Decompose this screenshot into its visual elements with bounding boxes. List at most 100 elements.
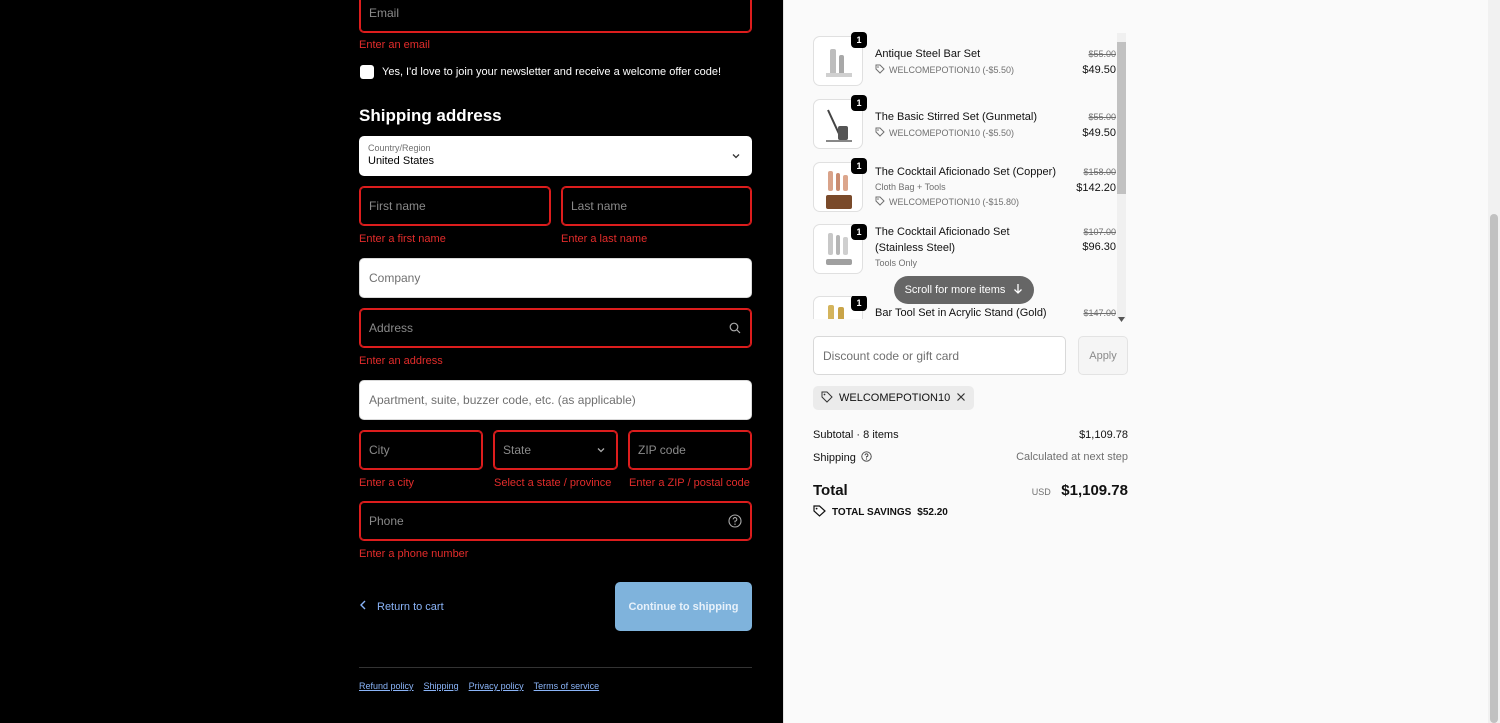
footer-links: Refund policy Shipping Privacy policy Te… <box>359 681 599 691</box>
savings-label: TOTAL SAVINGS <box>832 507 912 518</box>
cart-items-scrollbar-thumb[interactable] <box>1117 42 1126 194</box>
item-name: The Cocktail Aficionado Set (Stainless S… <box>875 226 1010 254</box>
address-placeholder: Address <box>369 321 414 335</box>
item-original-price: $147.00 <box>1083 308 1116 318</box>
email-placeholder: Email <box>369 6 400 20</box>
company-placeholder: Company <box>369 271 421 285</box>
phone-placeholder: Phone <box>369 514 404 528</box>
address-input[interactable]: Address <box>359 308 752 348</box>
email-input[interactable]: Email <box>359 0 752 33</box>
item-price: $49.50 <box>1082 64 1116 76</box>
item-original-price: $107.00 <box>1083 227 1116 237</box>
subtotal-label: Subtotal · 8 items <box>813 429 899 441</box>
last-name-input[interactable]: Last name <box>561 186 752 226</box>
cart-item: 1 The Basic Stirred Set (Gunmetal) WELCO… <box>813 95 1128 151</box>
total-row: Total USD $1,109.78 <box>813 482 1128 500</box>
item-discount: WELCOMEPOTION10 (-$15.80) <box>875 196 1019 208</box>
cart-item: 1 The Cocktail Aficionado Set (Stainless… <box>813 224 1128 280</box>
state-select[interactable]: State <box>493 430 618 470</box>
quantity-badge: 1 <box>851 158 867 174</box>
item-variant: Tools Only <box>875 258 918 268</box>
chevron-down-icon <box>729 149 743 163</box>
discount-code-input[interactable]: Discount code or gift card <box>813 336 1066 375</box>
apply-discount-button[interactable]: Apply <box>1078 336 1128 375</box>
applied-code: WELCOMEPOTION10 <box>839 392 951 404</box>
item-original-price: $55.00 <box>1088 112 1116 122</box>
state-error: Select a state / province <box>494 477 612 489</box>
phone-error: Enter a phone number <box>359 548 469 560</box>
quantity-badge: 1 <box>851 296 867 311</box>
chevron-left-icon <box>359 600 367 613</box>
newsletter-checkbox[interactable] <box>360 65 374 79</box>
last-name-placeholder: Last name <box>571 199 628 213</box>
phone-input[interactable]: Phone <box>359 501 752 541</box>
company-input[interactable]: Company <box>359 258 752 298</box>
scroll-for-more-button[interactable]: Scroll for more items <box>894 276 1034 304</box>
total-savings: TOTAL SAVINGS $52.20 <box>813 505 948 520</box>
privacy-policy-link[interactable]: Privacy policy <box>469 681 524 691</box>
item-name: The Basic Stirred Set (Gunmetal) <box>875 111 1038 123</box>
footer-divider <box>359 667 752 668</box>
cart-item: 1 The Cocktail Aficionado Set (Copper) C… <box>813 158 1128 214</box>
quantity-badge: 1 <box>851 95 867 111</box>
first-name-input[interactable]: First name <box>359 186 551 226</box>
subtotal-value: $1,109.78 <box>1079 429 1128 441</box>
savings-value: $52.20 <box>917 507 948 518</box>
item-name: The Cocktail Aficionado Set (Copper) <box>875 166 1056 178</box>
return-label: Return to cart <box>377 600 444 613</box>
item-discount: WELCOMEPOTION10 (-$5.50) <box>875 64 1014 76</box>
tag-icon <box>875 64 885 76</box>
tag-icon <box>813 505 826 520</box>
help-circle-icon[interactable] <box>728 514 742 528</box>
checkout-form-panel: Email Enter an email Yes, I'd love to jo… <box>0 0 783 723</box>
apartment-input[interactable]: Apartment, suite, buzzer code, etc. (as … <box>359 380 752 420</box>
zip-input[interactable]: ZIP code <box>628 430 752 470</box>
city-input[interactable]: City <box>359 430 483 470</box>
zip-error: Enter a ZIP / postal code <box>629 477 750 489</box>
shipping-heading: Shipping address <box>359 106 502 125</box>
country-value: United States <box>368 155 435 167</box>
refund-policy-link[interactable]: Refund policy <box>359 681 414 691</box>
arrow-down-icon <box>1013 283 1023 297</box>
quantity-badge: 1 <box>851 224 867 240</box>
chevron-down-icon <box>594 443 608 457</box>
quantity-badge: 1 <box>851 32 867 48</box>
first-name-error: Enter a first name <box>359 233 446 245</box>
first-name-placeholder: First name <box>369 199 426 213</box>
subtotal-row: Subtotal · 8 items $1,109.78 <box>813 429 1128 441</box>
discount-placeholder: Discount code or gift card <box>823 348 960 363</box>
total-label: Total <box>813 482 848 499</box>
continue-to-shipping-button[interactable]: Continue to shipping <box>615 582 752 631</box>
page-scrollbar-thumb[interactable] <box>1490 214 1498 723</box>
currency-code: USD <box>1031 487 1051 497</box>
address-error: Enter an address <box>359 355 443 367</box>
newsletter-label: Yes, I'd love to join your newsletter an… <box>382 66 722 78</box>
tag-icon <box>875 127 885 139</box>
item-name: Antique Steel Bar Set <box>875 48 981 60</box>
last-name-error: Enter a last name <box>561 233 648 245</box>
return-to-cart-link[interactable]: Return to cart <box>359 600 444 613</box>
item-price: $49.50 <box>1082 127 1116 139</box>
shipping-policy-link[interactable]: Shipping <box>424 681 459 691</box>
applied-discount-tag: WELCOMEPOTION10 <box>813 386 975 410</box>
item-price: $142.20 <box>1076 182 1116 194</box>
item-original-price: $55.00 <box>1088 49 1116 59</box>
item-variant: Cloth Bag + Tools <box>875 182 946 192</box>
shipping-label: Shipping <box>813 452 856 464</box>
terms-of-service-link[interactable]: Terms of service <box>534 681 600 691</box>
tag-icon <box>875 196 885 208</box>
item-original-price: $158.00 <box>1083 167 1116 177</box>
tag-icon <box>821 391 833 406</box>
scroll-down-arrow-icon[interactable] <box>1118 309 1125 327</box>
help-circle-icon[interactable] <box>861 451 872 465</box>
shipping-value: Calculated at next step <box>1016 451 1128 463</box>
close-icon[interactable] <box>956 392 966 405</box>
city-error: Enter a city <box>359 477 415 489</box>
total-value: $1,109.78 <box>1061 482 1128 499</box>
item-discount: WELCOMEPOTION10 (-$5.50) <box>875 127 1014 139</box>
email-error: Enter an email <box>359 39 430 51</box>
country-label: Country/Region <box>368 143 431 153</box>
cart-item: 1 Antique Steel Bar Set WELCOMEPOTION10 … <box>813 32 1128 88</box>
country-select[interactable]: Country/Region United States <box>359 136 752 176</box>
city-placeholder: City <box>369 443 390 457</box>
